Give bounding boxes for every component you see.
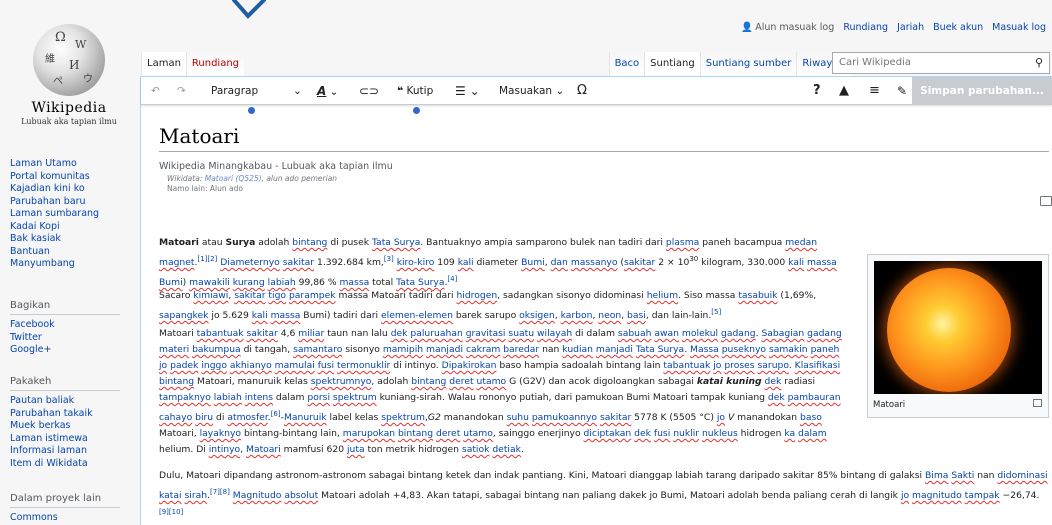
list-icon[interactable]: ☰ ⌄ (455, 77, 480, 105)
sidebar-toggle-icon[interactable] (1040, 196, 1052, 206)
tab-read[interactable]: Baco (608, 52, 645, 76)
paragraph-format-label: Paragrap (211, 85, 259, 97)
tab-edit-source[interactable]: Suntiang sumber (699, 52, 797, 76)
sidebar-item-wikidata-item[interactable]: Item di Wikidata (10, 458, 135, 471)
infobox-image[interactable]: Matoari (867, 254, 1049, 418)
save-button[interactable]: Simpan parubahan... (912, 77, 1052, 105)
search-box: ⚲ (832, 52, 1050, 74)
paragraph-format-dropdown[interactable]: Paragrap (211, 77, 258, 105)
personal-create-account-link[interactable]: Buek akun (933, 22, 983, 33)
wikidata-label: Wikidata: (167, 174, 205, 183)
tab-edit[interactable]: Suntiang (644, 52, 700, 76)
sidebar-share: Bagikan Facebook Twitter Google+ (10, 300, 135, 357)
sidebar-item-related-changes[interactable]: Parubahan takaik (10, 408, 135, 421)
cite-button[interactable]: ❝ Kutip (397, 77, 433, 105)
personal-login-link[interactable]: Masuak log (992, 22, 1046, 33)
text-style-button[interactable]: A ⌄ (317, 77, 338, 105)
sidebar-item-village-pump[interactable]: Kadai Kopi (10, 221, 135, 234)
article-paragraph[interactable]: Matoari atau Surya adolah bintang di pus… (159, 235, 849, 291)
personal-tools: 👤 Alun masuak log Rundiang Jariah Buek ak… (735, 22, 1046, 33)
article-paragraph[interactable]: Dulu, Matoari dipandang astronom-astrono… (159, 468, 1049, 524)
help-icon[interactable]: ? (813, 77, 821, 105)
puzzle-globe-icon: Ω W 維 И ウ ぺ (33, 24, 105, 96)
sun-image[interactable] (874, 261, 1042, 394)
sidebar-item-donate[interactable]: Manyumbang (10, 258, 135, 271)
tab-talk[interactable]: Rundiang (185, 52, 245, 76)
sidebar-heading-projects: Dalam proyek lain (10, 493, 120, 508)
content-area: ↶ ↷ Paragrap ⌄ A ⌄ ⊂⊃ ❝ Kutip ☰ ⌄ Masuak… (140, 76, 1052, 525)
sidebar-item-upload-file[interactable]: Muek berkas (10, 420, 135, 433)
undo-icon[interactable]: ↶ (151, 77, 160, 105)
annotation-arrow-icon (232, 0, 266, 19)
sidebar-item-help[interactable]: Bantuan (10, 246, 135, 259)
sidebar-item-twitter[interactable]: Twitter (10, 332, 135, 345)
page-title: Matoari (159, 124, 240, 148)
sidebar-item-facebook[interactable]: Facebook (10, 319, 135, 332)
sun-disc (887, 268, 1011, 392)
toolbar-indicator-dot (248, 107, 255, 114)
personal-contributions-link[interactable]: Jariah (897, 22, 924, 33)
sidebar-item-what-links-here[interactable]: Pautan baliak (10, 395, 135, 408)
link-icon[interactable]: ⊂⊃ (359, 77, 379, 105)
sidebar-projects: Dalam proyek lain Commons (10, 493, 135, 525)
chevron-down-icon: ⌄ (293, 85, 302, 97)
sidebar-item-commons[interactable]: Commons (10, 512, 135, 525)
special-character-icon[interactable]: Ω (577, 77, 587, 105)
logo-tagline: Lubuak aka tapian ilmu (21, 117, 117, 126)
cite-label: Kutip (406, 85, 434, 97)
title-divider (159, 151, 1049, 152)
wikidata-description: Wikidata: Matoari (Q525), alun ado pemer… (167, 174, 337, 183)
sidebar-item-community-portal[interactable]: Portal komunitas (10, 171, 135, 184)
sidebar-item-sandbox[interactable]: Bak kasiak (10, 233, 135, 246)
search-icon[interactable]: ⚲ (1035, 56, 1043, 69)
wikidata-link[interactable]: Matoari (Q525) (205, 174, 262, 183)
wikidata-suffix: , alun ado pemerian (261, 174, 338, 183)
page-options-icon[interactable]: ≡ (869, 77, 880, 105)
sidebar-heading-share: Bagikan (10, 300, 120, 315)
sidebar-item-random-page[interactable]: Laman sumbarang (10, 208, 135, 221)
sidebar-tools: Pakakeh Pautan baliak Parubahan takaik M… (10, 376, 135, 470)
sidebar-item-recent-changes[interactable]: Parubahan baru (10, 196, 135, 209)
site-subtitle: Wikipedia Minangkabau - Lubuak aka tapia… (159, 161, 393, 172)
logo-wordmark: Wikipedia (31, 100, 107, 116)
namespace-tabs: Laman Rundiang (141, 52, 245, 76)
redo-icon[interactable]: ↷ (177, 77, 186, 105)
sidebar-item-main-page[interactable]: Laman Utamo (10, 158, 135, 171)
sidebar-item-current-events[interactable]: Kajadian kini ko (10, 183, 135, 196)
sidebar-item-page-information[interactable]: Informasi laman (10, 445, 135, 458)
sidebar-item-special-pages[interactable]: Laman istimewa (10, 433, 135, 446)
insert-label: Masuakan (499, 85, 553, 97)
wikipedia-logo[interactable]: Ω W 維 И ウ ぺ Wikipedia Lubuak aka tapian … (10, 18, 128, 136)
tab-page[interactable]: Laman (141, 52, 186, 76)
sidebar-navigation: Laman Utamo Portal komunitas Kajadian ki… (10, 158, 135, 271)
search-input[interactable] (833, 53, 1023, 72)
sidebar-item-googleplus[interactable]: Google+ (10, 344, 135, 357)
sidebar-heading-tools: Pakakeh (10, 376, 120, 391)
article-paragraph[interactable]: Matoari tabantuak sakitar 4,6 miliar tau… (159, 326, 849, 458)
view-tabs: Baco Suntiang Suntiang sumber Riwayaik (608, 52, 852, 76)
visual-editor-toolbar: ↶ ↷ Paragrap ⌄ A ⌄ ⊂⊃ ❝ Kutip ☰ ⌄ Masuak… (141, 77, 1052, 105)
alias-line: Namo lain: Alun ado (167, 184, 243, 193)
left-panel: Ω W 維 И ウ ぺ Wikipedia Lubuak aka tapian … (0, 0, 140, 525)
enlarge-icon[interactable] (1033, 399, 1042, 407)
article-paragraph[interactable]: Sacaro kimiawi, sakitar tigo parampek ma… (159, 288, 849, 324)
image-caption: Matoari (873, 400, 906, 410)
warning-icon[interactable]: ▲ (839, 77, 849, 105)
personal-talk-link[interactable]: Rundiang (843, 22, 888, 33)
toolbar-indicator-dot (413, 107, 420, 114)
not-logged-in-label: Alun masuak log (755, 22, 835, 33)
user-icon: 👤 (741, 22, 754, 33)
insert-dropdown[interactable]: Masuakan ⌄ (499, 77, 564, 105)
